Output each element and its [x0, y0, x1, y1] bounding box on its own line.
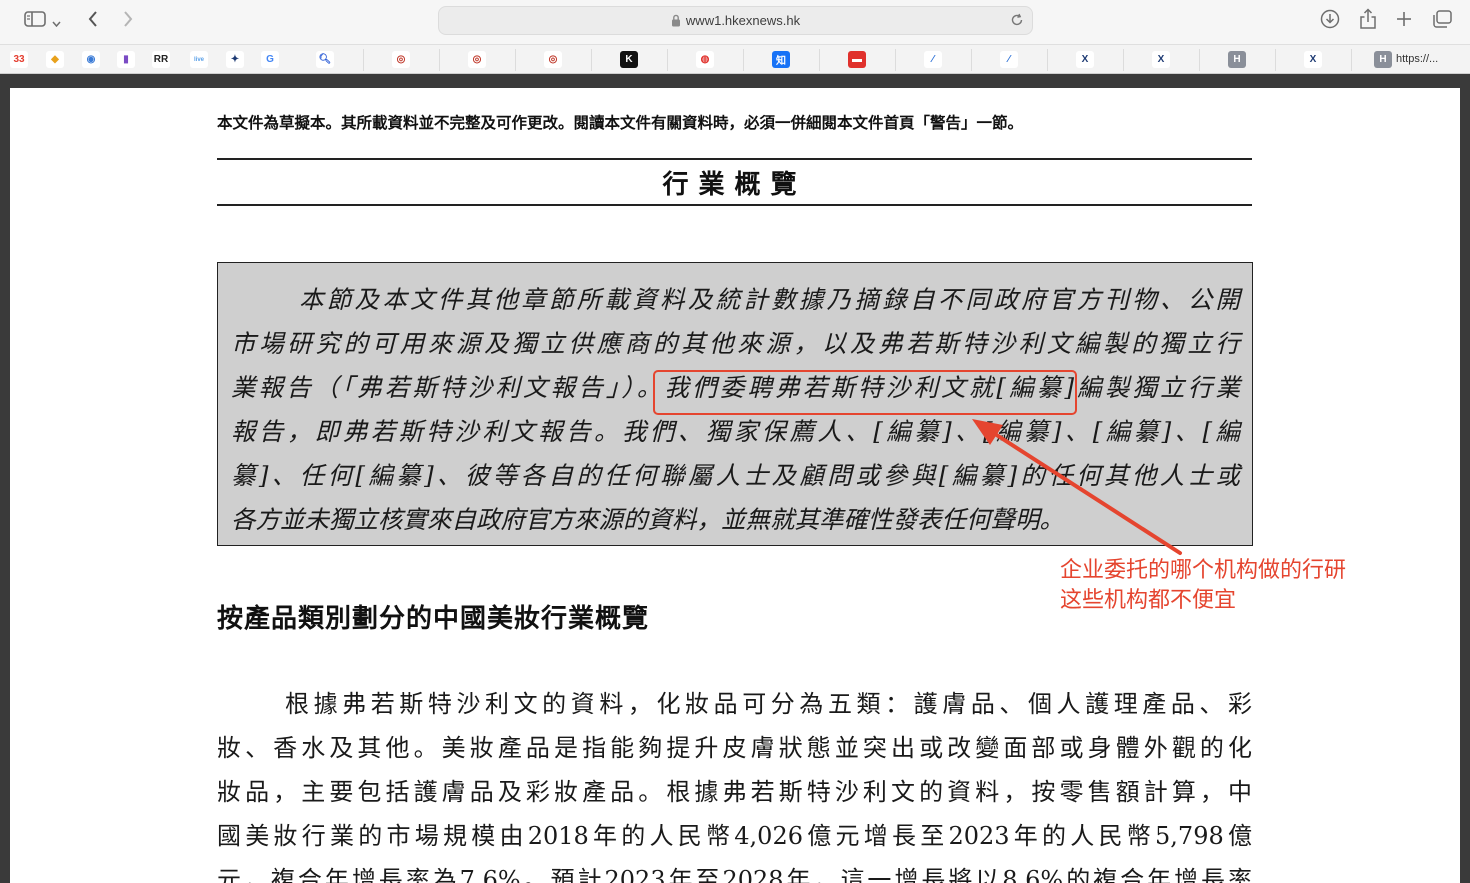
favorite-tab-label[interactable]: https://...	[1396, 53, 1438, 65]
lock-icon	[671, 14, 681, 27]
body-line: 國美妝行業的市場規模由2018年的人民幣4,026億元增長至2023年的人民幣5…	[217, 822, 1252, 850]
notice-line: 纂]、任何[編纂]、彼等各自的任何聯屬人士及顧問或參與[編纂]的任何其他人士或	[231, 461, 1240, 490]
favorite-separator	[1275, 49, 1276, 71]
body-paragraph: 根據弗若斯特沙利文的資料，化妝品可分為五類：護膚品、個人護理產品、彩 妝、香水及…	[217, 682, 1252, 883]
annotation-note: 企业委托的哪个机构做的行研 这些机构都不便宜	[1060, 556, 1346, 616]
bookmark-purple-icon[interactable]: ▮	[117, 51, 135, 68]
search-icon[interactable]: 🔍︎	[316, 51, 334, 68]
favorite-separator	[667, 49, 668, 71]
hkex-seal-icon-1[interactable]: ◎	[392, 51, 410, 68]
x-icon-1[interactable]: X	[1076, 51, 1094, 68]
x-icon-2[interactable]: X	[1152, 51, 1170, 68]
highlight-box	[653, 370, 1077, 415]
favorite-separator	[743, 49, 744, 71]
favorite-separator	[971, 49, 972, 71]
colorful-leaf-icon[interactable]: ◆	[46, 51, 64, 68]
body-line: 妝、香水及其他。美妝產品是指能夠提升皮膚狀態並突出或改變面部或身體外觀的化	[217, 734, 1252, 762]
chevron-down-icon	[51, 12, 61, 31]
sidebar-toggle-button[interactable]	[18, 8, 66, 34]
prospectus-page: 本文件為草擬本。其所載資料並不完整及可作更改。閱讀本文件有關資料時，必須一併細閱…	[10, 88, 1460, 883]
back-button[interactable]	[82, 8, 104, 34]
annotation-line: 企业委托的哪个机构做的行研	[1060, 558, 1347, 583]
favorite-separator	[439, 49, 440, 71]
favorite-separator	[895, 49, 896, 71]
url-text: www1.hkexnews.hk	[685, 13, 801, 28]
bird-icon[interactable]: ✦	[226, 51, 244, 68]
tabs-overview-icon	[1432, 10, 1452, 32]
swoosh-icon-1[interactable]: ⁄	[924, 51, 942, 68]
hkex-seal-icon-2[interactable]: ◎	[468, 51, 486, 68]
notice-line: 本節及本文件其他章節所載資料及統計數據乃摘錄自不同政府官方刊物、公開	[299, 285, 1240, 314]
douban-icon[interactable]: 33	[10, 51, 28, 68]
h-app-icon[interactable]: H	[1228, 51, 1246, 68]
favorite-separator	[515, 49, 516, 71]
notice-line: 市場研究的可用來源及獨立供應商的其他來源，以及弗若斯特沙利文編製的獨立行	[231, 329, 1240, 358]
h-app-icon-2[interactable]: H	[1374, 51, 1392, 68]
notice-line: 報告，即弗若斯特沙利文報告。我們、獨家保薦人、[編纂]、[編纂]、[編纂]、[編	[231, 417, 1240, 446]
favorite-separator	[1047, 49, 1048, 71]
weibo-icon[interactable]: ◍	[696, 51, 714, 68]
favorite-separator	[591, 49, 592, 71]
title-rule-top	[217, 158, 1252, 160]
share-icon	[1359, 8, 1377, 34]
subheading: 按產品類別劃分的中國美妝行業概覽	[217, 604, 650, 634]
title-rule-bottom	[217, 204, 1252, 206]
favorite-separator	[819, 49, 820, 71]
new-tab-button[interactable]	[1393, 8, 1415, 34]
draft-disclaimer: 本文件為草擬本。其所載資料並不完整及可作更改。閱讀本文件有關資料時，必須一併細閱…	[217, 114, 1024, 132]
download-icon	[1320, 9, 1340, 33]
chevron-left-icon	[88, 11, 98, 31]
zhihu-icon[interactable]: 知	[772, 51, 790, 68]
favorites-bar: https://... 33 ◆ ◉ ▮ RR live ✦ G 🔍︎ ◎ ◎ ◎ K ◍ 知 ▬ ⁄ ⁄ X X H X…	[0, 44, 1470, 74]
hkex-seal-icon-3[interactable]: ◎	[544, 51, 562, 68]
address-bar[interactable]: www1.hkexnews.hk	[438, 6, 1033, 35]
favorite-separator	[1123, 49, 1124, 71]
favorite-separator	[363, 49, 364, 71]
downloads-button[interactable]	[1318, 8, 1342, 34]
tab-overview-button[interactable]	[1430, 8, 1454, 34]
globe-icon[interactable]: ◉	[82, 51, 100, 68]
swoosh-icon-2[interactable]: ⁄	[1000, 51, 1018, 68]
share-button[interactable]	[1356, 8, 1380, 34]
red-app-icon[interactable]: ▬	[848, 51, 866, 68]
body-line: 元，複合年增長率為7.6%。預計2023年至2028年，這一增長將以8.6%的複…	[217, 866, 1252, 883]
favorite-separator	[1199, 49, 1200, 71]
reload-icon[interactable]	[1010, 13, 1024, 27]
browser-toolbar: www1.hkexnews.hk	[0, 0, 1470, 44]
chevron-right-icon	[123, 11, 133, 31]
plus-icon	[1396, 11, 1412, 31]
annotation-line: 这些机构都不便宜	[1060, 588, 1237, 613]
live-icon[interactable]: live	[190, 51, 208, 68]
google-icon[interactable]: G	[261, 51, 279, 68]
forward-button[interactable]	[117, 8, 139, 34]
section-title: 行業概覽	[662, 170, 807, 200]
body-line: 妝品，主要包括護膚品及彩妝產品。根據弗若斯特沙利文的資料，按零售額計算，中	[217, 778, 1252, 806]
k-app-icon[interactable]: K	[620, 51, 638, 68]
body-line: 根據弗若斯特沙利文的資料，化妝品可分為五類：護膚品、個人護理產品、彩	[285, 690, 1252, 718]
x-icon-3[interactable]: X	[1304, 51, 1322, 68]
notice-line: 各方並未獨立核實來自政府官方來源的資料，並無就其準確性發表任何聲明。	[231, 505, 1064, 534]
favorite-separator	[1351, 49, 1352, 71]
rr-icon[interactable]: RR	[152, 51, 170, 68]
sidebar-icon	[23, 11, 46, 31]
